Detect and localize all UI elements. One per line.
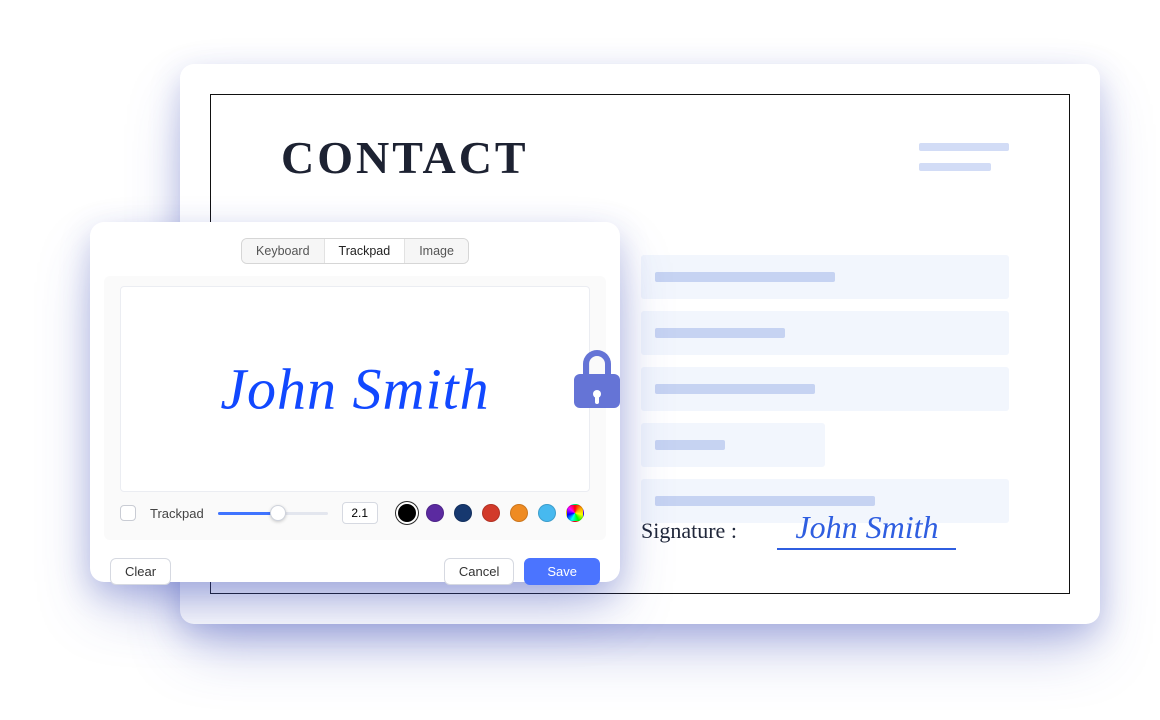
stroke-size-value[interactable]: 2.1 (342, 502, 378, 524)
color-swatch-purple[interactable] (426, 504, 444, 522)
color-swatch-orange[interactable] (510, 504, 528, 522)
tab-keyboard[interactable]: Keyboard (242, 239, 325, 263)
form-row (641, 255, 1009, 299)
form-row (641, 311, 1009, 355)
panel-footer: Clear Cancel Save (104, 546, 606, 585)
save-button[interactable]: Save (524, 558, 600, 585)
tab-image[interactable]: Image (405, 239, 468, 263)
clear-button[interactable]: Clear (110, 558, 171, 585)
header-meta-placeholder (919, 143, 1009, 183)
input-mode-tabs: Keyboard Trackpad Image (104, 238, 606, 264)
color-swatch-lightblue[interactable] (538, 504, 556, 522)
signature-preview-text: John Smith (120, 356, 590, 423)
stroke-size-slider[interactable] (218, 505, 328, 521)
color-swatches (398, 504, 584, 522)
signature-label: Signature : (641, 518, 737, 544)
form-row (641, 423, 825, 467)
signature-area: Signature : John Smith (641, 509, 1009, 569)
trackpad-checkbox-label: Trackpad (150, 506, 204, 521)
color-swatch-red[interactable] (482, 504, 500, 522)
document-signature-value: John Smith (777, 509, 956, 550)
color-swatch-navy[interactable] (454, 504, 472, 522)
document-title: CONTACT (281, 131, 529, 184)
signature-editor-panel: Keyboard Trackpad Image John Smith Track… (90, 222, 620, 582)
color-swatch-custom[interactable] (566, 504, 584, 522)
form-rows (641, 255, 1009, 535)
signature-canvas[interactable]: John Smith (120, 286, 590, 492)
form-row (641, 367, 1009, 411)
cancel-button[interactable]: Cancel (444, 558, 514, 585)
color-swatch-black[interactable] (398, 504, 416, 522)
tab-trackpad[interactable]: Trackpad (325, 239, 406, 263)
lock-icon (574, 348, 620, 408)
signature-controls: Trackpad 2.1 (112, 492, 598, 526)
trackpad-checkbox[interactable] (120, 505, 136, 521)
